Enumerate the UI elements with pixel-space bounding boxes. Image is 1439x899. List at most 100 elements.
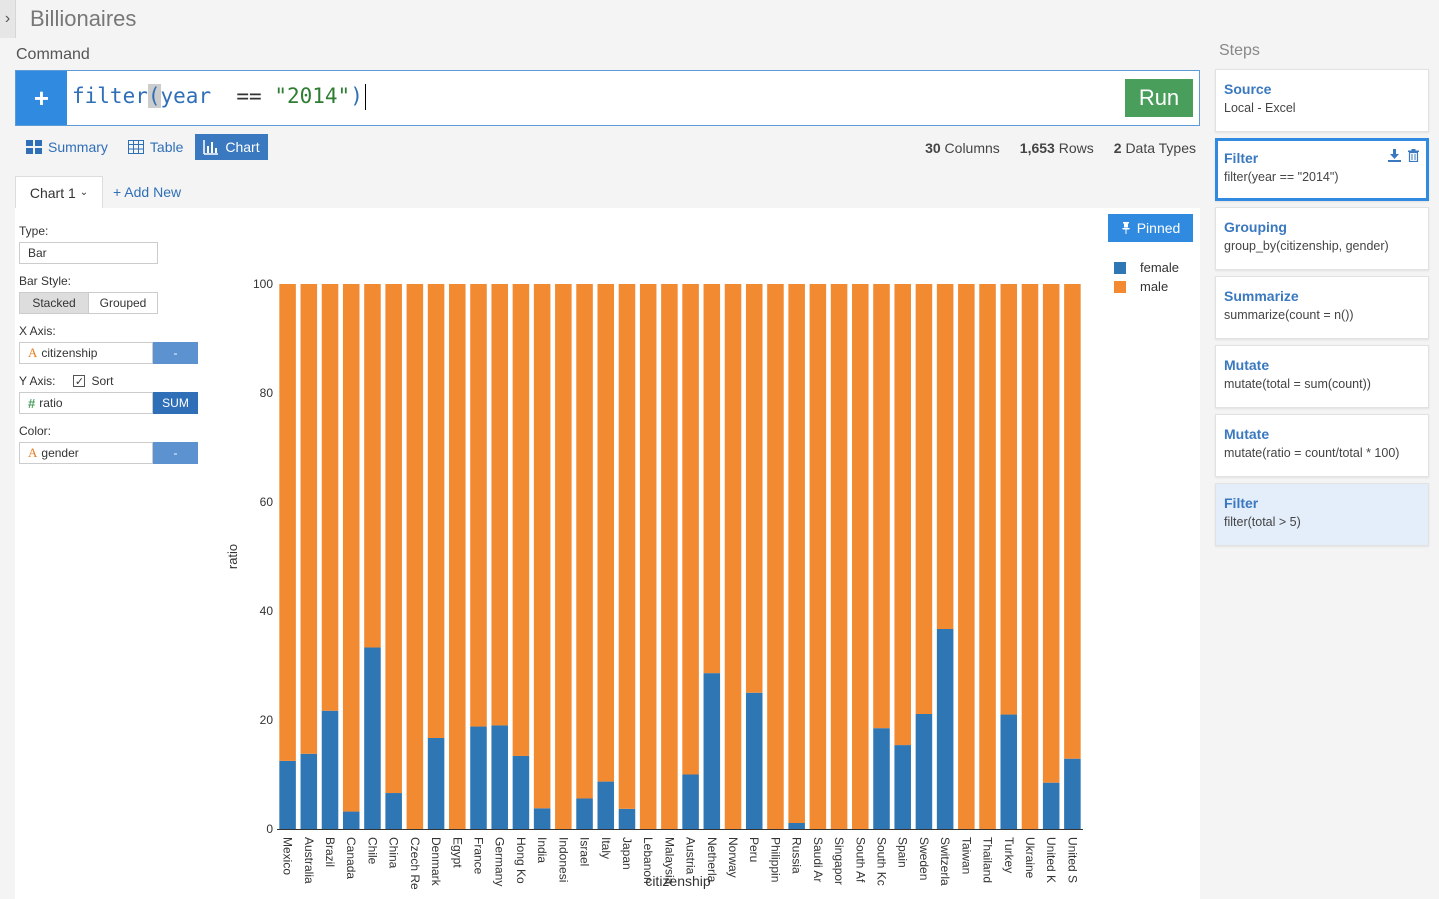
bar-male xyxy=(533,284,551,809)
bar-male xyxy=(682,284,699,775)
x-tick-label: Mexico xyxy=(281,837,295,875)
bar-male xyxy=(979,284,996,829)
chevron-down-icon: ⌄ xyxy=(79,187,89,198)
bar-male xyxy=(852,284,869,829)
step-source[interactable]: Source Local - Excel xyxy=(1215,69,1429,132)
y-tick-label: 20 xyxy=(260,713,274,727)
bar-female xyxy=(364,647,381,829)
step-summarize[interactable]: Summarize summarize(count = n()) xyxy=(1215,276,1429,339)
step-filter-total[interactable]: Filter filter(total > 5) xyxy=(1215,483,1429,546)
bar-male xyxy=(873,284,890,729)
chart-tab-1[interactable]: Chart 1 ⌄ xyxy=(15,176,103,208)
bar-male xyxy=(661,284,678,829)
bar-male xyxy=(1042,284,1060,783)
x-tick-label: Saudi Ar xyxy=(811,837,825,882)
bar-male xyxy=(406,284,424,829)
bar-female xyxy=(894,745,911,829)
bar-male xyxy=(958,284,975,829)
columns-stat: 30 Columns xyxy=(925,140,1000,156)
x-tick-label: Singapor xyxy=(832,837,846,885)
x-tick-label: France xyxy=(472,837,486,875)
y-tick-label: 60 xyxy=(260,495,274,509)
add-new-chart-link[interactable]: + Add New xyxy=(113,184,181,200)
bar-female xyxy=(470,726,487,829)
view-tabs: Summary Table Chart xyxy=(18,134,268,160)
x-tick-label: Denmark xyxy=(429,837,443,887)
x-tick-label: Turkey xyxy=(1002,837,1016,873)
app-window: › Billionaires Command + filter(year == … xyxy=(0,0,1439,899)
bar-female xyxy=(342,811,360,829)
bar-female xyxy=(512,755,530,829)
x-tick-label: Austria xyxy=(684,837,698,875)
bar-male xyxy=(936,284,954,629)
chevron-right-icon[interactable]: › xyxy=(0,0,16,38)
x-tick-label: Norway xyxy=(726,837,740,878)
bar-female xyxy=(1064,758,1081,829)
command-input[interactable]: filter(year == "2014") xyxy=(72,84,366,110)
x-tick-label: Egypt xyxy=(450,837,464,868)
bar-female xyxy=(300,753,318,829)
bar-male xyxy=(915,284,933,714)
bar-male xyxy=(555,284,572,829)
bar-male xyxy=(788,284,805,823)
bar-female xyxy=(427,737,445,829)
x-tick-label: South Kc xyxy=(875,837,889,886)
bar-male xyxy=(809,284,827,829)
y-tick-label: 80 xyxy=(260,386,274,400)
step-grouping[interactable]: Grouping group_by(citizenship, gender) xyxy=(1215,207,1429,270)
x-tick-label: Philippin xyxy=(768,837,782,882)
bar-female xyxy=(936,628,954,829)
x-tick-label: South Af xyxy=(853,837,867,883)
bar-male xyxy=(767,284,784,829)
tab-table[interactable]: Table xyxy=(120,134,191,160)
data-stats: 30 Columns 1,653 Rows 2 Data Types xyxy=(925,140,1196,156)
bar-male xyxy=(1000,284,1018,715)
bar-male xyxy=(491,284,508,726)
bar-chart: 0 20 40 60 80 100 Mexico Australia Brazil Canada C… xyxy=(225,260,1179,890)
y-tick-label: 100 xyxy=(253,277,273,291)
trash-icon[interactable] xyxy=(1407,149,1420,162)
bar-male xyxy=(618,284,636,809)
x-axis-title: citizenship xyxy=(645,873,711,889)
bar-male xyxy=(512,284,530,756)
download-icon[interactable] xyxy=(1388,149,1401,162)
tab-summary[interactable]: Summary xyxy=(18,134,116,160)
y-tick-label: 0 xyxy=(266,822,273,836)
x-tick-label: United S xyxy=(1065,837,1079,883)
x-tick-label: Hong Ko xyxy=(514,837,528,884)
x-tick-label: Spain xyxy=(896,837,910,868)
add-command-button[interactable]: + xyxy=(16,71,67,125)
bar-female xyxy=(682,774,699,829)
bar-male xyxy=(830,284,848,829)
x-tick-label: Ukraine xyxy=(1023,837,1037,879)
bar-male xyxy=(576,284,593,799)
step-mutate-total[interactable]: Mutate mutate(total = sum(count)) xyxy=(1215,345,1429,408)
y-axis-title: ratio xyxy=(225,544,240,569)
legend-swatch-female xyxy=(1114,262,1126,274)
tab-chart[interactable]: Chart xyxy=(195,134,268,160)
step-filter-year[interactable]: Filter filter(year == "2014") xyxy=(1215,138,1429,201)
legend-swatch-male xyxy=(1114,281,1126,293)
bar-female xyxy=(321,710,339,829)
y-tick-label: 40 xyxy=(260,604,274,618)
bar-male xyxy=(703,284,721,674)
bar-male xyxy=(597,284,615,782)
grid-icon xyxy=(26,140,42,154)
rows-stat: 1,653 Rows xyxy=(1019,140,1094,156)
x-tick-label: Australia xyxy=(302,837,316,884)
x-tick-label: Sweden xyxy=(917,837,931,880)
run-button[interactable]: Run xyxy=(1125,79,1193,117)
x-tick-label: Russia xyxy=(790,837,804,874)
legend-label-female: female xyxy=(1140,260,1179,275)
bar-female xyxy=(1000,714,1018,829)
command-bar[interactable]: + filter(year == "2014") Run xyxy=(15,70,1200,126)
steps-title: Steps xyxy=(1219,42,1260,59)
x-tick-label: China xyxy=(387,837,401,869)
bar-female xyxy=(279,760,296,830)
bar-female xyxy=(788,823,805,829)
x-tick-label: Italy xyxy=(599,837,613,859)
bar-male xyxy=(279,284,296,761)
x-tick-label: Chile xyxy=(365,837,379,865)
step-mutate-ratio[interactable]: Mutate mutate(ratio = count/total * 100) xyxy=(1215,414,1429,477)
bar-male xyxy=(639,284,657,829)
